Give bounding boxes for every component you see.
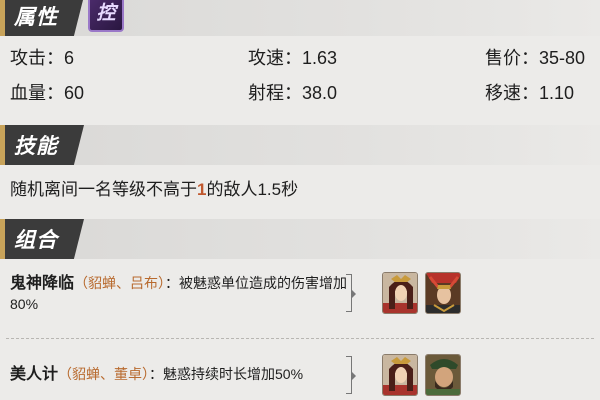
- skill-header: 技能: [0, 125, 600, 165]
- combo-bracket: [346, 274, 356, 312]
- header-accent: [0, 125, 5, 165]
- stat-attack: 攻击：6: [10, 48, 75, 68]
- skill-description: 随机离间一名等级不高于1的敌人1.5秒: [10, 175, 298, 200]
- stat-range: 射程：38.0: [248, 83, 338, 103]
- combos-title: 组合: [14, 229, 58, 252]
- attributes-header: 属性 控: [0, 0, 600, 36]
- skill-header-tag: 技能: [0, 125, 84, 165]
- combo-name: 美人计: [10, 366, 59, 383]
- combo-item-2: 美人计（貂蝉、董卓）：魅惑持续时长增加50%: [10, 364, 350, 385]
- combo-bracket: [346, 356, 356, 394]
- header-accent: [0, 219, 5, 259]
- lvbu-portrait-icon[interactable]: [425, 272, 461, 314]
- combos-header: 组合: [0, 219, 600, 259]
- combo-divider: [6, 338, 594, 339]
- combo-effect: ：魅惑持续时长增加50%: [149, 366, 304, 382]
- skill-title: 技能: [14, 135, 58, 158]
- combo-members: （貂蝉、董卓）: [58, 366, 150, 382]
- combos-header-tag: 组合: [0, 219, 84, 259]
- attributes-header-tag: 属性: [0, 0, 84, 36]
- combo-name: 鬼神降临: [10, 275, 75, 292]
- control-badge: 控: [88, 0, 124, 32]
- stat-move-speed: 移速：1.10: [485, 83, 575, 103]
- stat-attack-speed: 攻速：1.63: [248, 48, 338, 68]
- stat-hp: 血量：60: [10, 83, 85, 103]
- diaochan-portrait-icon[interactable]: [382, 272, 418, 314]
- attributes-title: 属性: [14, 6, 58, 29]
- header-accent: [0, 0, 5, 36]
- diaochan-portrait-icon[interactable]: [382, 354, 418, 396]
- combo-item-1: 鬼神降临（貂蝉、吕布）：被魅惑单位造成的伤害增加80%: [10, 273, 350, 315]
- stat-price: 售价：35-80: [485, 48, 586, 68]
- skill-desc-before: 随机离间一名等级不高于: [10, 180, 197, 199]
- combo-members: （貂蝉、吕布）: [74, 275, 166, 291]
- skill-desc-after: 的敌人1.5秒: [206, 180, 299, 199]
- dongzhuo-portrait-icon[interactable]: [425, 354, 461, 396]
